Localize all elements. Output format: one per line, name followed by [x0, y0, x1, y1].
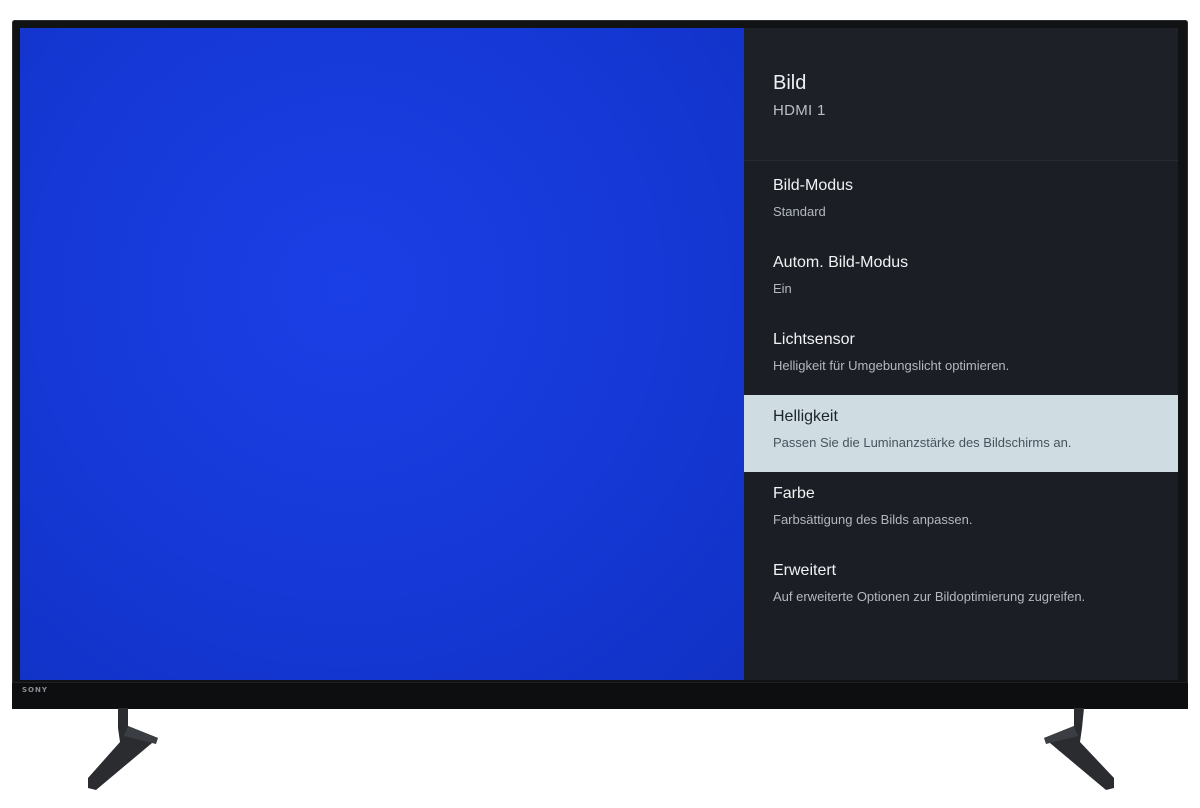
menu-item-description: Auf erweiterte Optionen zur Bildoptimier… [773, 589, 1086, 604]
menu-item-label: Lichtsensor [773, 331, 855, 348]
menu-item-label: Helligkeit [773, 408, 838, 425]
video-content-area [20, 28, 744, 680]
menu-item-description: Passen Sie die Luminanzstärke des Bildsc… [773, 435, 1072, 450]
panel-header: Bild HDMI 1 [744, 28, 1178, 161]
panel-subtitle: HDMI 1 [773, 102, 826, 119]
menu-item-label: Bild-Modus [773, 177, 854, 194]
menu-item-label: Autom. Bild-Modus [773, 254, 909, 271]
brand-logo: SONY [22, 686, 48, 694]
menu-item-farbe[interactable]: Farbe Farbsättigung des Bilds anpassen. [744, 472, 1178, 549]
menu-item-description: Farbsättigung des Bilds anpassen. [773, 512, 973, 527]
panel-title: Bild [773, 72, 807, 94]
menu-item-description: Standard [773, 204, 826, 219]
settings-menu: Bild-Modus Standard Autom. Bild-Modus Ei… [744, 164, 1178, 626]
menu-item-description: Helligkeit für Umgebungslicht optimieren… [773, 358, 1010, 373]
menu-item-autom-bild-modus[interactable]: Autom. Bild-Modus Ein [744, 241, 1178, 318]
menu-item-label: Erweitert [773, 562, 837, 579]
menu-item-description: Ein [773, 281, 792, 296]
menu-item-bild-modus[interactable]: Bild-Modus Standard [744, 164, 1178, 241]
picture-settings-panel: Bild HDMI 1 Bild-Modus Standard Autom. B… [744, 28, 1178, 680]
tv-bottom-bezel: SONY [12, 682, 1188, 709]
menu-item-helligkeit[interactable]: Helligkeit Passen Sie die Luminanzstärke… [744, 395, 1178, 472]
tv-screen: Bild HDMI 1 Bild-Modus Standard Autom. B… [20, 28, 1178, 680]
tv-stand-right [1044, 708, 1114, 790]
menu-item-label: Farbe [773, 485, 815, 502]
menu-item-lichtsensor[interactable]: Lichtsensor Helligkeit für Umgebungslich… [744, 318, 1178, 395]
tv-frame: Bild HDMI 1 Bild-Modus Standard Autom. B… [12, 20, 1188, 709]
tv-stand-left [88, 708, 158, 790]
menu-item-erweitert[interactable]: Erweitert Auf erweiterte Optionen zur Bi… [744, 549, 1178, 626]
